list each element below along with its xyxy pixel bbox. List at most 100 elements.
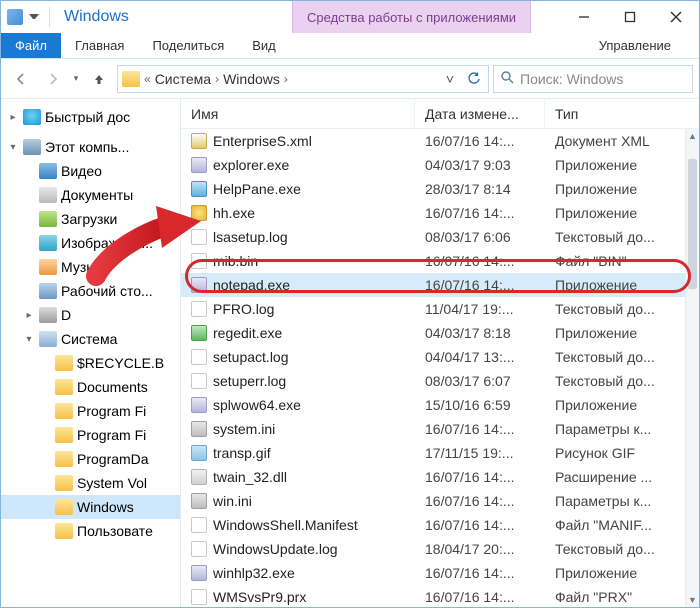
file-row[interactable]: WindowsUpdate.log18/04/17 20:...Текстовы… xyxy=(181,537,699,561)
search-box[interactable] xyxy=(493,65,693,93)
file-type: Приложение xyxy=(545,397,685,413)
sidebar: ▸ Быстрый дос ▾ Этот компь... ВидеоДокум… xyxy=(1,99,181,607)
ribbon: Файл Главная Поделиться Вид Управление xyxy=(1,33,699,59)
sidebar-item[interactable]: Музыка xyxy=(1,255,180,279)
sidebar-item[interactable]: Изображени... xyxy=(1,231,180,255)
file-row[interactable]: transp.gif17/11/15 19:...Рисунок GIF xyxy=(181,441,699,465)
history-dropdown-icon[interactable]: ˅ xyxy=(440,69,460,89)
breadcrumb[interactable]: « Система› Windows› ˅ xyxy=(117,65,489,93)
file-row[interactable]: system.ini16/07/16 14:...Параметры к... xyxy=(181,417,699,441)
search-input[interactable] xyxy=(520,71,686,87)
file-icon xyxy=(191,517,207,533)
scroll-up-icon[interactable]: ▲ xyxy=(686,129,699,143)
refresh-button[interactable] xyxy=(464,69,484,89)
sidebar-label: Быстрый дос xyxy=(45,109,130,125)
file-type: Файл "BIN" xyxy=(545,253,685,269)
file-icon xyxy=(191,421,207,437)
file-row[interactable]: HelpPane.exe28/03/17 8:14Приложение xyxy=(181,177,699,201)
file-name: hh.exe xyxy=(213,205,255,221)
file-row[interactable]: hh.exe16/07/16 14:...Приложение xyxy=(181,201,699,225)
sidebar-item[interactable]: Загрузки xyxy=(1,207,180,231)
file-date: 15/10/16 6:59 xyxy=(415,397,545,413)
sidebar-item[interactable]: Видео xyxy=(1,159,180,183)
sidebar-item[interactable]: Рабочий сто... xyxy=(1,279,180,303)
chevron-right-icon[interactable]: › xyxy=(215,72,219,86)
scroll-thumb[interactable] xyxy=(688,159,697,289)
tab-view[interactable]: Вид xyxy=(238,33,290,58)
file-row[interactable]: WMSvsPr9.prx16/07/16 14:...Файл "PRX" xyxy=(181,585,699,607)
file-row[interactable]: explorer.exe04/03/17 9:03Приложение xyxy=(181,153,699,177)
sidebar-subitem[interactable]: $RECYCLE.B xyxy=(1,351,180,375)
sidebar-item[interactable]: ▾Система xyxy=(1,327,180,351)
tab-home[interactable]: Главная xyxy=(61,33,138,58)
sidebar-subitem[interactable]: ProgramDa xyxy=(1,447,180,471)
file-row[interactable]: PFRO.log11/04/17 19:...Текстовый до... xyxy=(181,297,699,321)
file-row[interactable]: twain_32.dll16/07/16 14:...Расширение ..… xyxy=(181,465,699,489)
chevron-right-icon[interactable]: › xyxy=(284,72,288,86)
file-type: Рисунок GIF xyxy=(545,445,685,461)
file-row[interactable]: lsasetup.log08/03/17 6:06Текстовый до... xyxy=(181,225,699,249)
sidebar-item-label: ProgramDa xyxy=(77,451,149,467)
sidebar-item[interactable]: Документы xyxy=(1,183,180,207)
sidebar-item-icon xyxy=(39,163,57,179)
sidebar-subitem[interactable]: Пользовате xyxy=(1,519,180,543)
sidebar-subitem[interactable]: Windows xyxy=(1,495,180,519)
sidebar-quick-access[interactable]: ▸ Быстрый дос xyxy=(1,105,180,129)
column-date[interactable]: Дата измене... xyxy=(415,99,545,128)
maximize-button[interactable] xyxy=(607,1,653,33)
sidebar-item-icon xyxy=(39,211,57,227)
tab-manage[interactable]: Управление xyxy=(571,33,699,58)
file-row[interactable]: EnterpriseS.xml16/07/16 14:...Документ X… xyxy=(181,129,699,153)
file-name: notepad.exe xyxy=(213,277,290,293)
expand-icon[interactable]: ▾ xyxy=(23,334,35,345)
file-name: twain_32.dll xyxy=(213,469,287,485)
qat-dropdown-icon[interactable] xyxy=(29,14,39,24)
expand-icon[interactable]: ▸ xyxy=(23,310,35,321)
scrollbar[interactable]: ▲ ▼ xyxy=(685,129,699,607)
file-type: Приложение xyxy=(545,205,685,221)
recent-dropdown-icon[interactable]: ▾ xyxy=(71,74,81,84)
up-button[interactable] xyxy=(85,65,113,93)
file-type: Параметры к... xyxy=(545,493,685,509)
tab-share[interactable]: Поделиться xyxy=(138,33,238,58)
file-list: EnterpriseS.xml16/07/16 14:...Документ X… xyxy=(181,129,699,607)
file-row[interactable]: WindowsShell.Manifest16/07/16 14:...Файл… xyxy=(181,513,699,537)
file-date: 16/07/16 14:... xyxy=(415,589,545,605)
file-type: Текстовый до... xyxy=(545,373,685,389)
file-date: 08/03/17 6:06 xyxy=(415,229,545,245)
sidebar-this-pc[interactable]: ▾ Этот компь... xyxy=(1,135,180,159)
chevron-left-icon[interactable]: « xyxy=(144,72,151,86)
titlebar: Windows Средства работы с приложениями xyxy=(1,1,699,33)
file-date: 16/07/16 14:... xyxy=(415,133,545,149)
file-row[interactable]: win.ini16/07/16 14:...Параметры к... xyxy=(181,489,699,513)
file-row[interactable]: regedit.exe04/03/17 8:18Приложение xyxy=(181,321,699,345)
minimize-button[interactable] xyxy=(561,1,607,33)
file-row[interactable]: setuperr.log08/03/17 6:07Текстовый до... xyxy=(181,369,699,393)
sidebar-item[interactable]: ▸D xyxy=(1,303,180,327)
file-row[interactable]: setupact.log04/04/17 13:...Текстовый до.… xyxy=(181,345,699,369)
sidebar-subitem[interactable]: System Vol xyxy=(1,471,180,495)
sidebar-subitem[interactable]: Program Fi xyxy=(1,423,180,447)
sidebar-subitem[interactable]: Documents xyxy=(1,375,180,399)
file-name: system.ini xyxy=(213,421,275,437)
file-row[interactable]: notepad.exe16/07/16 14:...Приложение xyxy=(181,273,699,297)
column-type[interactable]: Тип xyxy=(545,99,685,128)
tab-file[interactable]: Файл xyxy=(1,33,61,58)
back-button[interactable] xyxy=(7,65,35,93)
close-button[interactable] xyxy=(653,1,699,33)
file-name: regedit.exe xyxy=(213,325,282,341)
column-name[interactable]: Имя xyxy=(181,99,415,128)
collapse-icon[interactable]: ▸ xyxy=(7,112,19,123)
file-icon xyxy=(191,397,207,413)
forward-button[interactable] xyxy=(39,65,67,93)
window-title: Windows xyxy=(64,8,129,26)
file-name: splwow64.exe xyxy=(213,397,301,413)
scroll-down-icon[interactable]: ▼ xyxy=(686,593,699,607)
folder-icon xyxy=(55,379,73,395)
sidebar-subitem[interactable]: Program Fi xyxy=(1,399,180,423)
file-row[interactable]: winhlp32.exe16/07/16 14:...Приложение xyxy=(181,561,699,585)
separator xyxy=(49,7,50,27)
file-row[interactable]: mib.bin16/07/16 14:...Файл "BIN" xyxy=(181,249,699,273)
expand-icon[interactable]: ▾ xyxy=(7,142,19,153)
file-row[interactable]: splwow64.exe 15/10/16 6:59Приложение xyxy=(181,393,699,417)
